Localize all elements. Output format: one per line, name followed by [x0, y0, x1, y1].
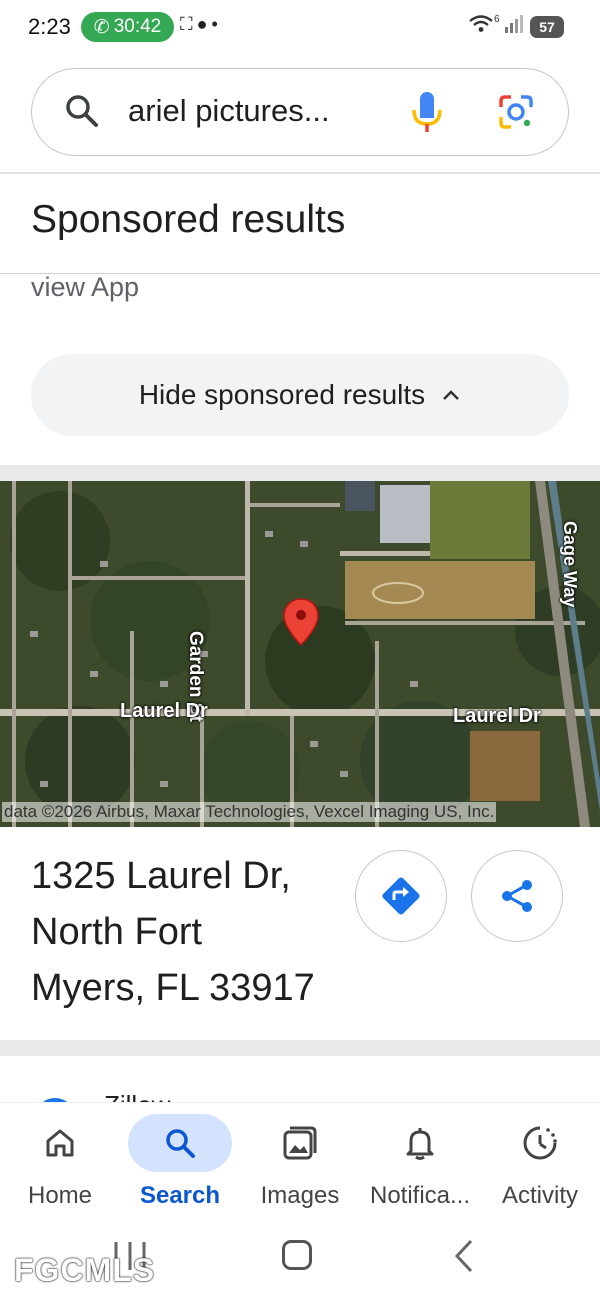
chevron-up-icon — [443, 390, 460, 400]
satellite-map[interactable]: Garden St Laurel Dr Laurel Dr Gage Way — [0, 481, 600, 827]
nav-home[interactable]: Home — [5, 1108, 115, 1218]
system-home-icon[interactable] — [282, 1240, 312, 1270]
view-app-link[interactable]: view App — [31, 272, 139, 303]
network-type: 6 — [494, 14, 500, 25]
nav-home-label: Home — [27, 1182, 93, 1209]
directions-button[interactable] — [355, 850, 447, 942]
result-address: 1325 Laurel Dr, North Fort Myers, FL 339… — [31, 855, 315, 1009]
street-label: Gage Way — [560, 521, 580, 608]
share-icon — [502, 880, 532, 912]
nav-activity-label: Activity — [501, 1182, 578, 1209]
section-separator — [0, 465, 600, 481]
screenshot-icon: ⛶ — [180, 14, 197, 34]
nav-notifications-label: Notifica... — [369, 1182, 471, 1209]
nav-images-label: Images — [260, 1182, 340, 1209]
microphone-icon[interactable] — [409, 90, 445, 134]
notification-icons: ⛶●• — [180, 14, 222, 35]
location-pin-icon[interactable] — [282, 597, 320, 647]
bell-icon — [406, 1128, 434, 1160]
street-label: Laurel Dr — [453, 705, 541, 727]
hide-sponsored-button[interactable]: Hide sponsored results — [31, 354, 569, 436]
activity-icon — [523, 1126, 557, 1160]
nav-search[interactable]: Search — [125, 1108, 235, 1218]
search-icon — [166, 1129, 195, 1158]
home-icon — [46, 1129, 74, 1157]
section-separator — [0, 1040, 600, 1056]
google-lens-icon[interactable] — [497, 93, 535, 131]
map-attribution: data ©2026 Airbus, Maxar Technologies, V… — [2, 802, 497, 822]
wifi-icon — [469, 15, 493, 32]
call-indicator[interactable]: ✆ 30:42 — [81, 12, 174, 42]
status-time: 2:23 — [28, 14, 71, 39]
nav-activity[interactable]: Activity — [485, 1108, 595, 1218]
images-icon — [283, 1126, 317, 1160]
map-imagery — [0, 481, 600, 827]
cell-signal-icon — [505, 15, 524, 34]
phone-icon: ✆ — [93, 16, 110, 38]
back-icon[interactable] — [452, 1238, 476, 1274]
directions-icon — [382, 877, 420, 915]
nav-notifications[interactable]: Notifica... — [365, 1108, 475, 1218]
battery-indicator: 57 — [530, 16, 564, 38]
dot-icon: • — [211, 14, 222, 34]
section-title: Sponsored results — [31, 198, 346, 241]
nav-search-label: Search — [139, 1182, 221, 1209]
share-button[interactable] — [471, 850, 563, 942]
chat-icon: ● — [196, 14, 212, 34]
divider — [0, 172, 600, 174]
street-label: Laurel Dr — [120, 700, 208, 722]
call-timer: 30:42 — [113, 16, 162, 37]
signal-icons: 6 — [468, 14, 524, 34]
hide-sponsored-label: Hide sponsored results — [138, 379, 426, 410]
search-icon[interactable] — [62, 91, 102, 131]
nav-images[interactable]: Images — [245, 1108, 355, 1218]
search-input[interactable] — [128, 93, 398, 129]
watermark: FGCMLS — [14, 1252, 156, 1288]
